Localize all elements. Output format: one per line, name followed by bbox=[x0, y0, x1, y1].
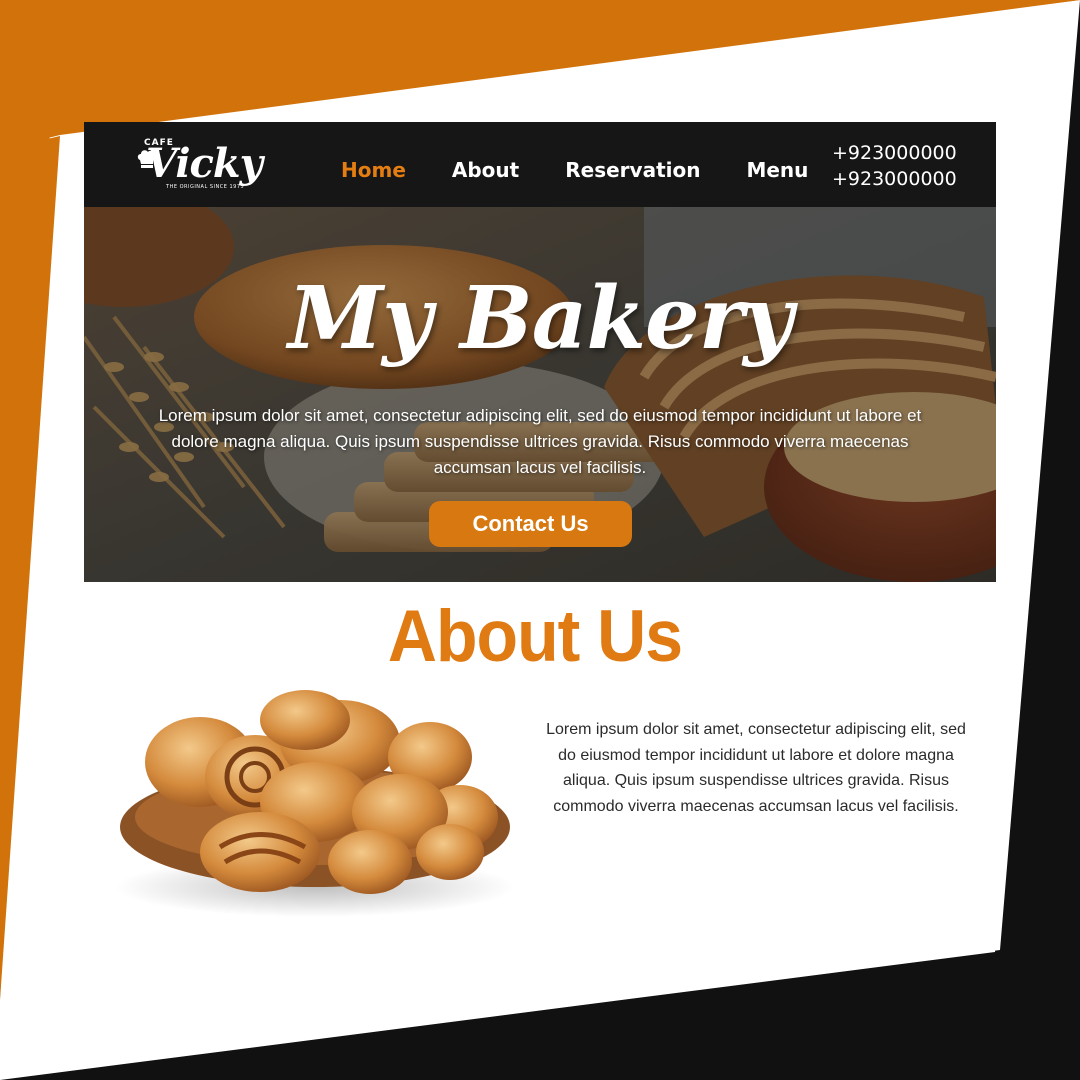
hero-description: Lorem ipsum dolor sit amet, consectetur … bbox=[158, 406, 922, 477]
phone-number-2[interactable]: +923000000 bbox=[832, 166, 957, 192]
nav-item-menu[interactable]: Menu bbox=[746, 158, 808, 186]
contact-phones: +923000000 +923000000 bbox=[832, 140, 957, 192]
main-nav: Home About Reservation Menu bbox=[341, 158, 854, 186]
logo-tagline: THE ORIGINAL SINCE 1975 bbox=[166, 184, 245, 190]
about-description: Lorem ipsum dolor sit amet, consectetur … bbox=[546, 721, 966, 815]
hero-title: My Bakery bbox=[287, 268, 793, 369]
pastry-basket-image bbox=[115, 690, 515, 917]
logo-wordmark: Vicky bbox=[146, 140, 263, 187]
contact-us-button[interactable]: Contact Us bbox=[429, 501, 632, 547]
phone-number-1[interactable]: +923000000 bbox=[832, 140, 957, 166]
hero-banner: My Bakery Lorem ipsum dolor sit amet, co… bbox=[84, 207, 996, 582]
brand-logo[interactable]: CAFE Vicky THE ORIGINAL SINCE 1975 bbox=[136, 136, 263, 196]
bakery-page: CAFE Vicky THE ORIGINAL SINCE 1975 Home … bbox=[84, 122, 996, 922]
site-header: CAFE Vicky THE ORIGINAL SINCE 1975 Home … bbox=[84, 122, 996, 207]
nav-item-about[interactable]: About bbox=[452, 158, 519, 186]
about-heading: About Us bbox=[387, 594, 683, 678]
nav-item-home[interactable]: Home bbox=[341, 158, 406, 186]
nav-item-reservation[interactable]: Reservation bbox=[565, 158, 700, 186]
